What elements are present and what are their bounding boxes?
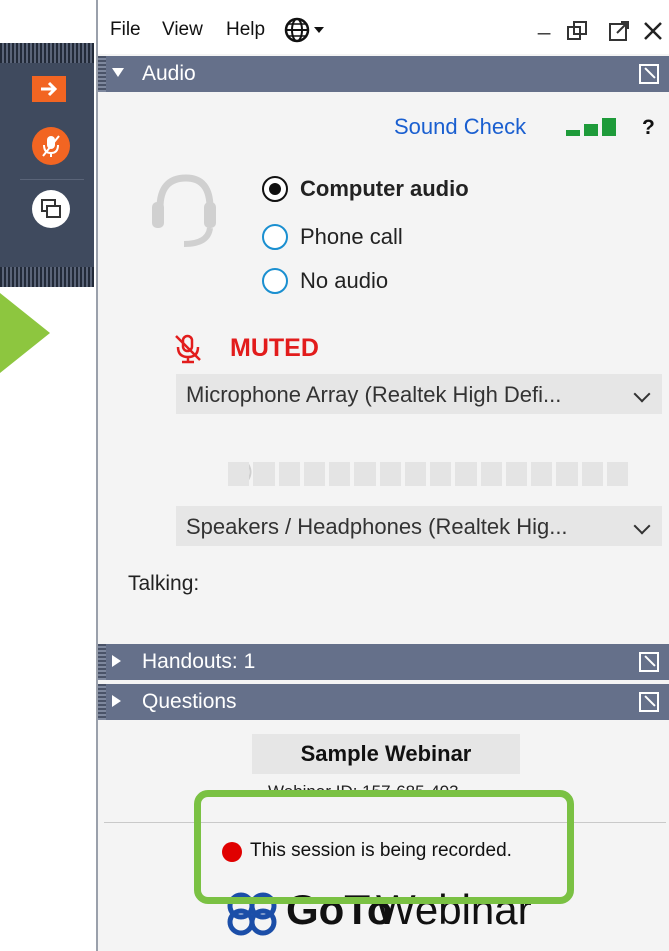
section-grip (98, 684, 106, 720)
menu-file[interactable]: File (110, 19, 141, 41)
section-popout-icon[interactable] (639, 652, 659, 672)
expand-panel-button[interactable] (32, 76, 66, 102)
close-button[interactable] (642, 20, 664, 47)
speaker-select[interactable]: Speakers / Headphones (Realtek Hig... (176, 506, 662, 546)
sound-check-link[interactable]: Sound Check (394, 114, 526, 140)
headset-icon (152, 174, 216, 247)
section-grip (98, 56, 106, 92)
speaker-select-value: Speakers / Headphones (Realtek Hig... (186, 514, 568, 539)
collapse-triangle-icon (112, 68, 124, 77)
radio-button[interactable] (262, 224, 288, 250)
webinar-title: Sample Webinar (252, 734, 520, 774)
muted-status: MUTED (230, 334, 319, 362)
restore-button[interactable] (566, 20, 588, 47)
popout-icon (609, 21, 629, 41)
mic-muted-icon (175, 334, 201, 364)
divider (20, 179, 84, 180)
microphone-select[interactable]: Microphone Array (Realtek High Defi... (176, 374, 662, 414)
handouts-section-title: Handouts: 1 (142, 650, 256, 673)
signal-bars-icon (566, 118, 618, 136)
screen-view-button[interactable] (32, 190, 70, 228)
radio-button[interactable] (262, 268, 288, 294)
audio-option-phone[interactable]: Phone call (262, 224, 403, 250)
menu-bar: File View Help _ (98, 0, 669, 54)
talking-label: Talking: (128, 572, 200, 595)
speaker-level-meter (228, 462, 628, 486)
arrow-right-icon (41, 81, 58, 97)
popout-button[interactable] (608, 20, 630, 47)
globe-icon (284, 17, 324, 43)
mic-muted-icon (42, 135, 60, 157)
audio-option-computer[interactable]: Computer audio (262, 176, 469, 202)
grab-handle-top[interactable] (0, 43, 94, 63)
questions-section-title: Questions (142, 690, 237, 713)
expand-triangle-icon (112, 655, 121, 667)
play-arrow-icon (0, 293, 50, 373)
close-icon (644, 22, 662, 40)
help-button[interactable]: ? (642, 116, 655, 140)
chevron-down-icon (633, 517, 651, 535)
section-popout-icon[interactable] (639, 692, 659, 712)
microphone-select-value: Microphone Array (Realtek High Defi... (186, 382, 562, 407)
screen-icon (41, 199, 61, 218)
menu-view[interactable]: View (162, 19, 203, 41)
handouts-section-header[interactable]: Handouts: 1 (98, 644, 669, 680)
audio-option-none[interactable]: No audio (262, 268, 388, 294)
grab-handle-bottom[interactable] (0, 267, 94, 287)
questions-section-header[interactable]: Questions (98, 684, 669, 720)
menu-help[interactable]: Help (226, 19, 265, 41)
chevron-down-icon (633, 385, 651, 403)
audio-section-title: Audio (142, 62, 196, 85)
section-popout-icon[interactable] (639, 64, 659, 84)
audio-option-label: No audio (300, 268, 389, 293)
expand-triangle-icon (112, 695, 121, 707)
radio-button[interactable] (262, 176, 288, 202)
minimize-button[interactable]: _ (538, 10, 550, 36)
audio-option-label: Phone call (300, 224, 403, 249)
audio-option-label: Computer audio (300, 176, 469, 201)
floating-control-bar (0, 43, 94, 287)
highlight-frame (194, 790, 574, 904)
restore-icon (567, 21, 587, 40)
section-grip (98, 644, 106, 680)
language-menu[interactable] (284, 16, 330, 49)
mute-toggle-button[interactable] (32, 127, 70, 165)
audio-section-header[interactable]: Audio (98, 56, 669, 92)
